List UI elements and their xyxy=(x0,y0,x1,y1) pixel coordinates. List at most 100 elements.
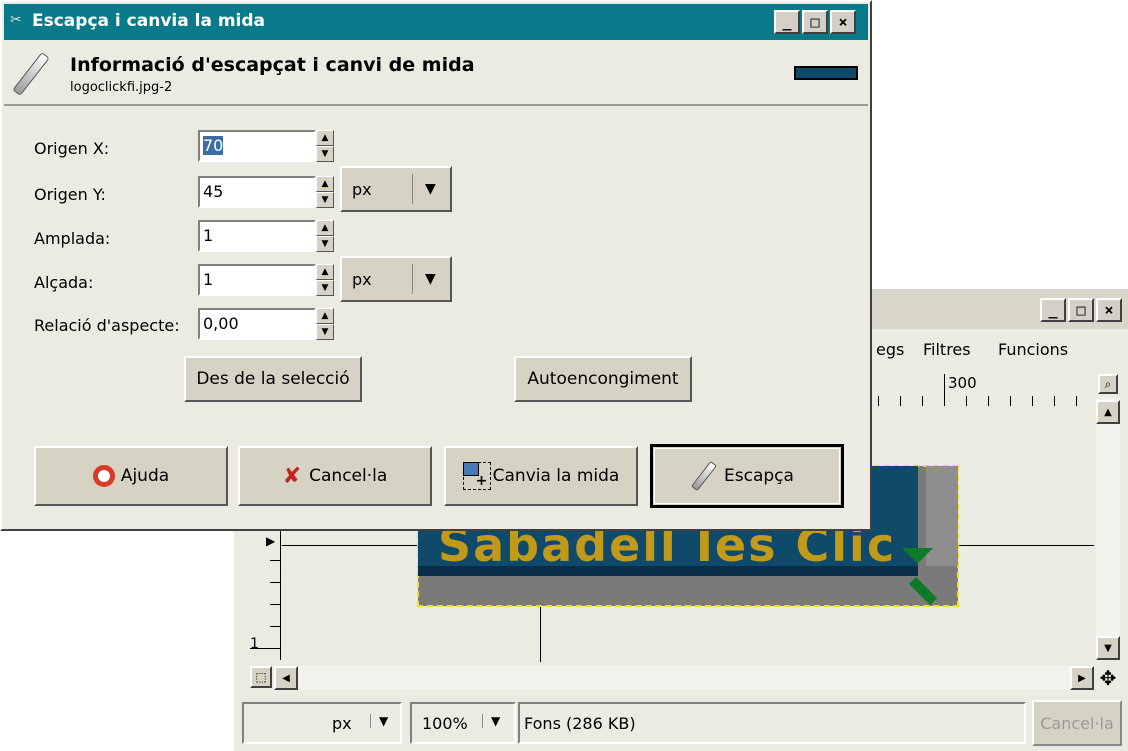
spin-up-icon[interactable]: ▲ xyxy=(316,220,334,236)
size-unit-chevron-down-icon[interactable]: ▼ xyxy=(412,264,436,294)
spin-down-icon[interactable]: ▼ xyxy=(316,324,334,340)
left-ruler: ▶ 1 xyxy=(248,530,281,660)
top-ruler-label: 300 xyxy=(948,374,977,392)
origin-x-label: Origen X: xyxy=(34,139,110,158)
spin-down-icon[interactable]: ▼ xyxy=(316,192,334,208)
scalpel-icon xyxy=(691,460,718,492)
ruler-tick xyxy=(900,396,901,406)
image-window-close-button[interactable]: × xyxy=(1096,298,1122,322)
ruler-tick xyxy=(270,560,280,561)
origin-x-stepper[interactable]: ▲ ▼ xyxy=(316,130,334,162)
aspect-ratio-value: 0,00 xyxy=(203,314,239,333)
origin-unit-value: px xyxy=(352,180,372,199)
from-selection-label: Des de la selecció xyxy=(196,369,350,389)
dialog-maximize-button[interactable]: □ xyxy=(802,10,828,34)
ruler-tick xyxy=(1076,396,1077,406)
cursor-arrow-tail-icon xyxy=(908,576,938,606)
spin-up-icon[interactable]: ▲ xyxy=(316,130,334,146)
origin-y-stepper[interactable]: ▲ ▼ xyxy=(316,176,334,208)
spin-up-icon[interactable]: ▲ xyxy=(316,264,334,280)
scroll-up-button[interactable]: ▲ xyxy=(1096,400,1120,424)
zoom-combo[interactable]: 100% ▼ xyxy=(410,702,516,744)
width-input[interactable]: 1 xyxy=(198,220,316,252)
origin-x-input[interactable]: 70 xyxy=(198,130,316,162)
help-button[interactable]: Ajuda xyxy=(34,446,228,506)
resize-icon: + xyxy=(462,462,491,490)
spin-up-icon[interactable]: ▲ xyxy=(316,176,334,192)
navigate-icon[interactable]: ⌕ xyxy=(1098,374,1118,394)
aspect-ratio-input[interactable]: 0,00 xyxy=(198,308,316,340)
spin-down-icon[interactable]: ▼ xyxy=(316,236,334,252)
ruler-tick xyxy=(966,396,967,406)
status-cancel-label: Cancel·la xyxy=(1040,713,1114,733)
pointer-coords: px ▼ xyxy=(242,702,402,744)
image-window-menubar: egs Filtres Funcions xyxy=(870,336,1120,364)
ruler-tick xyxy=(1010,396,1011,406)
help-label: Ajuda xyxy=(120,466,170,486)
status-unit-label[interactable]: px xyxy=(332,714,352,733)
menu-item-egs[interactable]: egs xyxy=(876,340,904,359)
scroll-down-button[interactable]: ▼ xyxy=(1096,636,1120,660)
ruler-tick xyxy=(1054,396,1055,406)
spin-down-icon[interactable]: ▼ xyxy=(316,146,334,162)
ruler-tick xyxy=(922,396,923,406)
zoom-value: 100% xyxy=(422,714,468,733)
origin-y-label: Origen Y: xyxy=(34,185,106,204)
image-window-maximize-button[interactable]: □ xyxy=(1068,298,1094,322)
scroll-left-button[interactable]: ◀ xyxy=(274,666,298,690)
resize-button[interactable]: + Canvia la mida xyxy=(444,446,638,506)
width-stepper[interactable]: ▲ ▼ xyxy=(316,220,334,252)
ruler-tick xyxy=(270,626,280,627)
size-unit-value: px xyxy=(352,270,372,289)
ruler-tick xyxy=(270,582,280,583)
cancel-x-icon: ✘ xyxy=(282,463,302,489)
status-unit-chevron-down-icon[interactable]: ▼ xyxy=(370,714,388,728)
quickmask-icon[interactable]: ⬚ xyxy=(250,666,272,688)
menu-item-filtres[interactable]: Filtres xyxy=(923,340,971,359)
from-selection-button[interactable]: Des de la selecció xyxy=(184,356,362,402)
size-unit-select[interactable]: px ▼ xyxy=(340,256,452,302)
left-ruler-label: 1 xyxy=(250,636,259,652)
gimp-icon: ✂ xyxy=(10,12,22,28)
origin-unit-select[interactable]: px ▼ xyxy=(340,166,452,212)
ruler-tick xyxy=(988,396,989,406)
status-text: Fons (286 KB) xyxy=(524,714,636,733)
ruler-pointer-icon: ▶ xyxy=(266,534,276,548)
height-label: Alçada: xyxy=(34,273,94,292)
status-message: Fons (286 KB) xyxy=(518,702,1026,744)
zoom-chevron-down-icon[interactable]: ▼ xyxy=(482,714,500,728)
dialog-minimize-button[interactable]: _ xyxy=(774,10,800,34)
navigate-move-icon[interactable]: ✥ xyxy=(1096,666,1120,690)
ruler-tick xyxy=(1032,396,1033,406)
horizontal-scrollbar[interactable] xyxy=(274,666,1094,690)
height-value: 1 xyxy=(203,270,214,289)
dialog-header-title: Informació d'escapçat i canvi de mida xyxy=(70,54,475,76)
cancel-label: Cancel·la xyxy=(309,466,388,486)
vertical-scrollbar[interactable] xyxy=(1096,398,1120,660)
spin-down-icon[interactable]: ▼ xyxy=(316,280,334,296)
autoshrink-button[interactable]: Autoencongiment xyxy=(514,356,692,402)
menu-item-funcions[interactable]: Funcions xyxy=(998,340,1068,359)
cancel-button[interactable]: ✘ Cancel·la xyxy=(238,446,432,506)
aspect-ratio-label: Relació d'aspecte: xyxy=(34,316,180,335)
aspect-ratio-stepper[interactable]: ▲ ▼ xyxy=(316,308,334,340)
ruler-major-tick xyxy=(944,374,945,406)
dialog-close-button[interactable]: × xyxy=(830,10,856,34)
scalpel-icon xyxy=(12,52,50,96)
dialog-titlebar[interactable]: ✂ Escapça i canvia la mida xyxy=(4,4,868,40)
dialog-header-subtitle: logoclickfi.jpg-2 xyxy=(70,80,173,95)
height-stepper[interactable]: ▲ ▼ xyxy=(316,264,334,296)
height-input[interactable]: 1 xyxy=(198,264,316,296)
scroll-right-button[interactable]: ▶ xyxy=(1070,666,1094,690)
crop-button[interactable]: Escapça xyxy=(650,444,844,508)
width-value: 1 xyxy=(203,226,214,245)
origin-y-input[interactable]: 45 xyxy=(198,176,316,208)
origin-unit-chevron-down-icon[interactable]: ▼ xyxy=(412,174,436,204)
ruler-tick xyxy=(878,396,879,406)
origin-x-value: 70 xyxy=(203,136,224,155)
resize-label: Canvia la mida xyxy=(492,466,620,486)
status-cancel-button[interactable]: Cancel·la xyxy=(1032,700,1122,746)
dialog-header: Informació d'escapçat i canvi de mida lo… xyxy=(4,42,868,106)
image-window-minimize-button[interactable]: _ xyxy=(1040,298,1066,322)
spin-up-icon[interactable]: ▲ xyxy=(316,308,334,324)
